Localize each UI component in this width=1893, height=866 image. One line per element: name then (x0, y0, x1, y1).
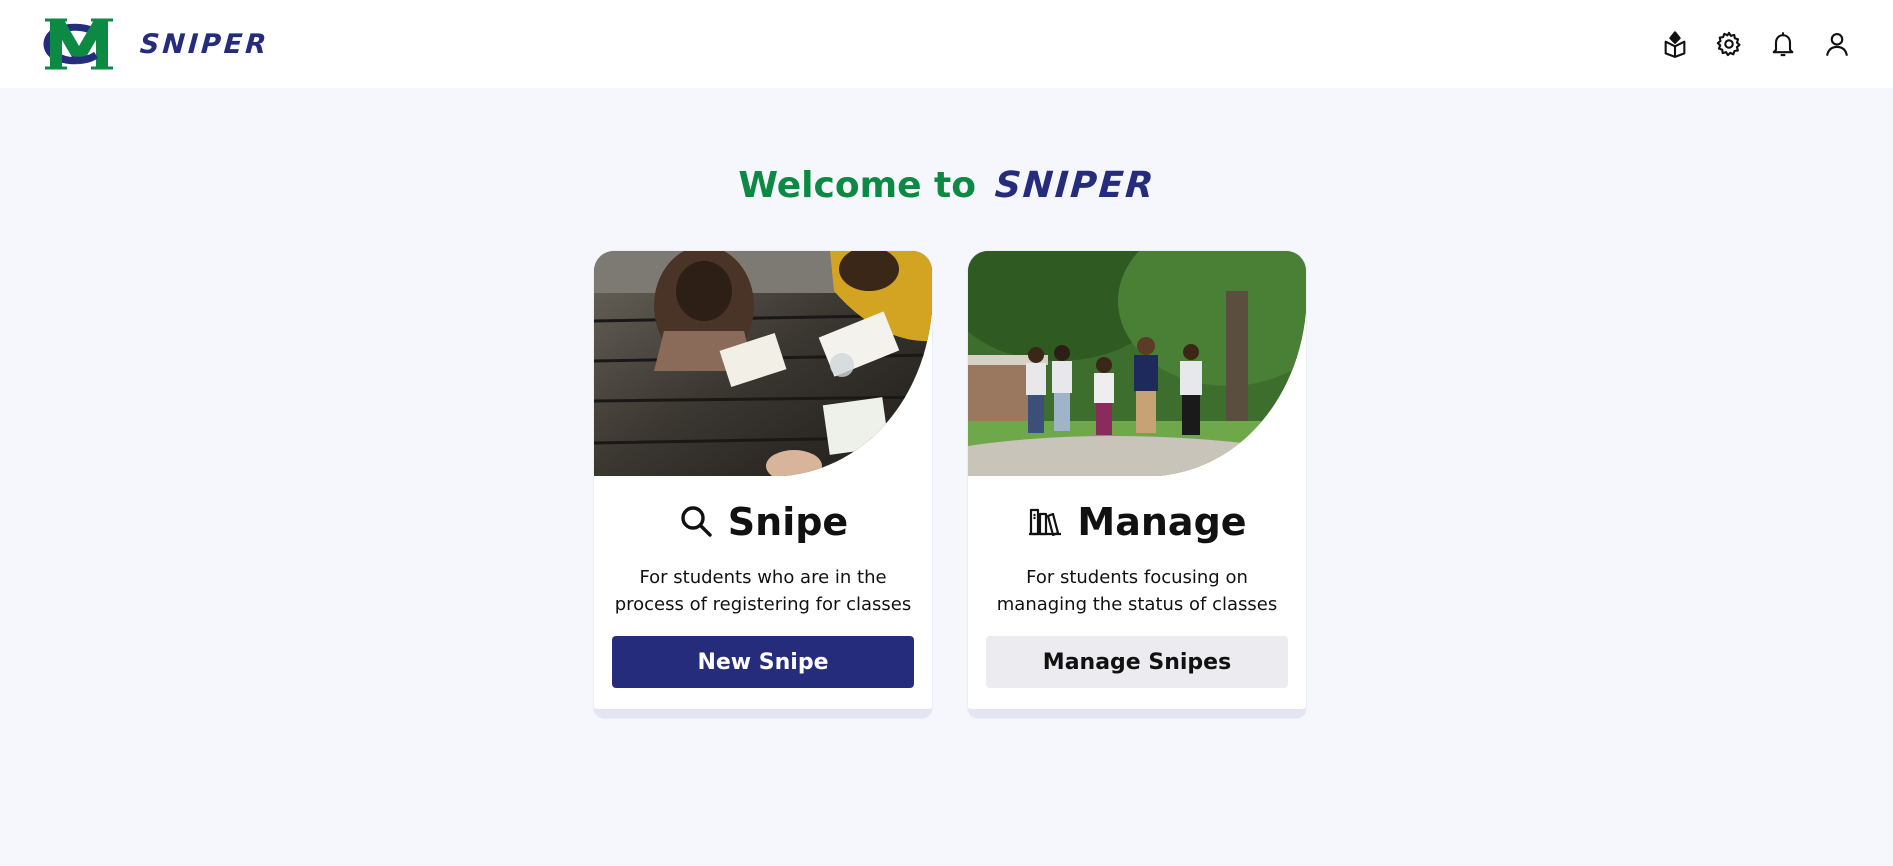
manage-title: Manage (1077, 500, 1247, 544)
manage-snipes-button[interactable]: Manage Snipes (986, 636, 1288, 688)
card-row: Snipe For students who are in the proces… (594, 251, 1306, 718)
brand-wordmark: SNIPER (138, 28, 271, 60)
welcome-text: Welcome to (738, 165, 976, 206)
gear-icon[interactable] (1715, 30, 1743, 58)
students-walking-photo (968, 251, 1306, 476)
students-studying-photo (594, 251, 932, 476)
manage-description: For students focusing on managing the st… (996, 567, 1278, 615)
books-icon (1029, 508, 1062, 537)
mc-logo-icon (43, 18, 113, 70)
snipe-heading: Snipe (678, 498, 848, 546)
top-bar: SNIPER (0, 0, 1893, 88)
snipe-title: Snipe (727, 500, 849, 544)
new-snipe-button[interactable]: New Snipe (612, 636, 914, 688)
snipe-description: For students who are in the process of r… (614, 567, 912, 615)
snipe-card: Snipe For students who are in the proces… (594, 251, 932, 718)
user-icon[interactable] (1823, 30, 1851, 58)
study-icon[interactable] (1661, 30, 1689, 58)
header-actions (1661, 30, 1851, 58)
page-title: Welcome to SNIPER (0, 165, 1893, 206)
search-icon (681, 506, 712, 537)
brand[interactable]: SNIPER (36, 16, 271, 72)
manage-heading: Manage (1027, 498, 1247, 546)
welcome-brand: SNIPER (993, 165, 1157, 206)
manage-card: Manage For students focusing on managing… (968, 251, 1306, 718)
bell-icon[interactable] (1769, 30, 1797, 58)
